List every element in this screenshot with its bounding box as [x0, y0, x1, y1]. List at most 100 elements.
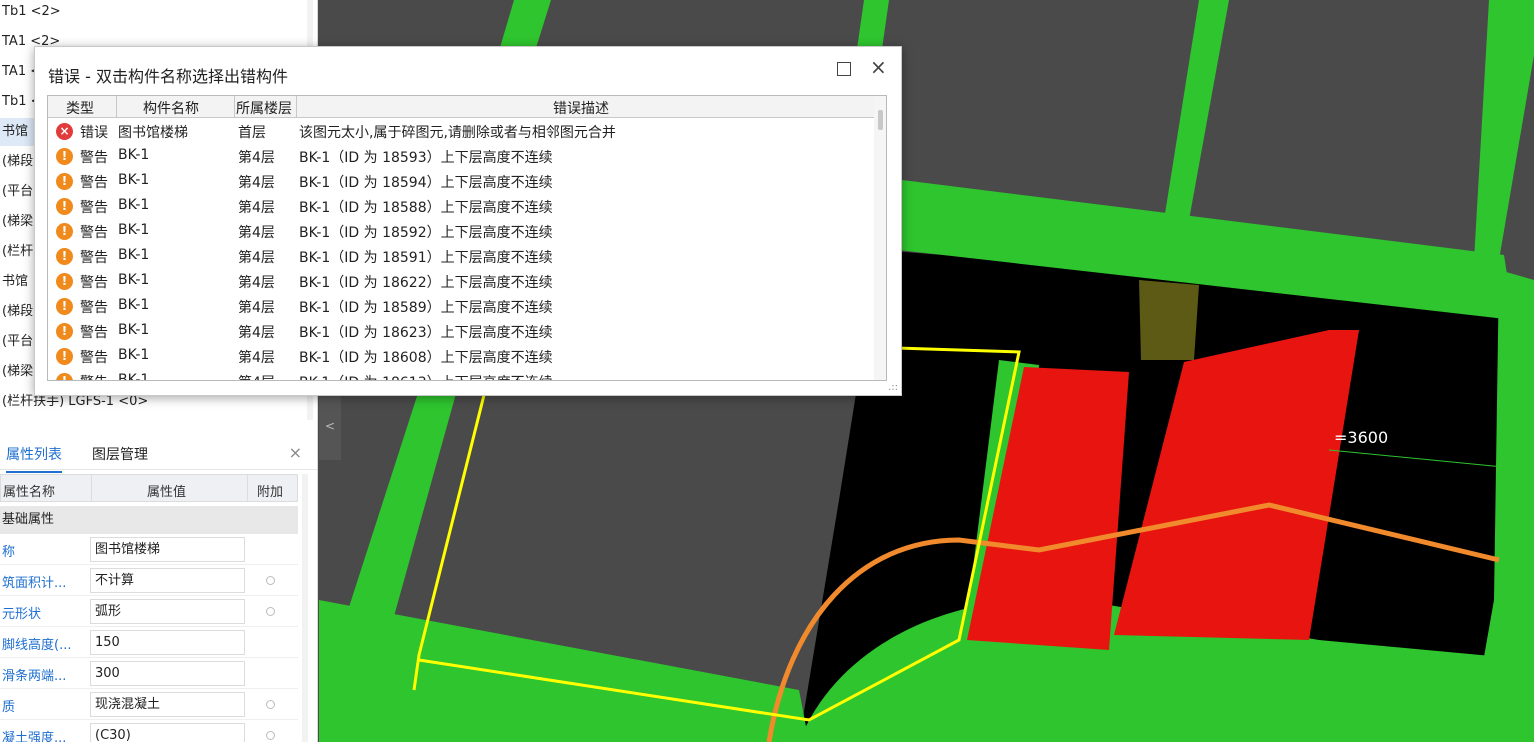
row-floor: 第4层	[238, 300, 275, 316]
warning-icon: !	[56, 248, 73, 265]
warning-icon: !	[56, 148, 73, 165]
row-description: BK-1（ID 为 18594）上下层高度不连续	[299, 175, 553, 191]
error-row[interactable]: ! 警告 BK-1 第4层 BK-1（ID 为 18622）上下层高度不连续	[48, 269, 874, 294]
property-value-field[interactable]: 弧形	[90, 599, 245, 624]
warning-icon: !	[56, 273, 73, 290]
property-name: 滑条两端...	[2, 669, 67, 684]
property-value-field[interactable]: 不计算	[90, 568, 245, 593]
warning-icon: !	[56, 223, 73, 240]
warning-icon: !	[56, 348, 73, 365]
row-description: BK-1（ID 为 18613）上下层高度不连续	[299, 372, 553, 380]
warning-icon: !	[56, 373, 73, 380]
property-name: 称	[2, 545, 16, 560]
warning-icon: !	[56, 298, 73, 315]
error-grid-scrollbar[interactable]	[874, 96, 886, 380]
property-row[interactable]: 滑条两端... 300	[0, 658, 298, 689]
row-type: 警告	[80, 225, 108, 241]
error-row[interactable]: ! 警告 BK-1 第4层 BK-1（ID 为 18594）上下层高度不连续	[48, 169, 874, 194]
error-row[interactable]: ! 警告 BK-1 第4层 BK-1（ID 为 18608）上下层高度不连续	[48, 344, 874, 369]
row-component-name[interactable]: 图书馆楼梯	[118, 122, 188, 142]
error-row[interactable]: ! 警告 BK-1 第4层 BK-1（ID 为 18623）上下层高度不连续	[48, 319, 874, 344]
row-description: BK-1（ID 为 18622）上下层高度不连续	[299, 275, 553, 291]
tab-property-list[interactable]: 属性列表	[6, 444, 62, 473]
attach-checkbox[interactable]	[266, 607, 275, 616]
row-component-name[interactable]: BK-1	[118, 172, 149, 188]
column-error-description[interactable]: 错误描述	[553, 98, 609, 118]
error-icon: ×	[56, 123, 73, 140]
property-row[interactable]: 脚线高度(... 150	[0, 627, 298, 658]
row-description: BK-1（ID 为 18591）上下层高度不连续	[299, 250, 553, 266]
scrollbar-thumb[interactable]	[878, 110, 883, 130]
property-row[interactable]: 筑面积计... 不计算	[0, 565, 298, 596]
column-component-name[interactable]: 构件名称	[143, 98, 199, 118]
property-value-field[interactable]: 150	[90, 630, 245, 655]
row-component-name[interactable]: BK-1	[118, 197, 149, 213]
error-row[interactable]: ! 警告 BK-1 第4层 BK-1（ID 为 18592）上下层高度不连续	[48, 219, 874, 244]
row-component-name[interactable]: BK-1	[118, 272, 149, 288]
property-group-basic[interactable]: 基础属性	[0, 506, 298, 534]
error-row[interactable]: × 错误 图书馆楼梯 首层 该图元太小,属于碎图元,请删除或者与相邻图元合并	[48, 119, 874, 144]
close-icon[interactable]: ×	[870, 57, 887, 77]
warning-icon: !	[56, 173, 73, 190]
row-description: BK-1（ID 为 18588）上下层高度不连续	[299, 200, 553, 216]
property-scrollbar[interactable]	[302, 474, 308, 742]
row-floor: 第4层	[238, 250, 275, 266]
dialog-title: 错误 - 双击构件名称选择出错构件	[48, 67, 288, 86]
column-floor[interactable]: 所属楼层	[236, 98, 292, 118]
property-name: 筑面积计...	[2, 576, 67, 591]
warning-icon: !	[56, 198, 73, 215]
header-property-value: 属性值	[147, 485, 187, 500]
row-component-name[interactable]: BK-1	[118, 247, 149, 263]
panel-collapse-handle[interactable]: <	[319, 392, 341, 460]
row-component-name[interactable]: BK-1	[118, 147, 149, 163]
attach-checkbox[interactable]	[266, 700, 275, 709]
property-tabs: 属性列表 图层管理 ×	[0, 436, 317, 473]
close-icon[interactable]: ×	[289, 443, 302, 462]
error-grid-header: 类型 构件名称 所属楼层 错误描述	[48, 96, 874, 118]
row-component-name[interactable]: BK-1	[118, 322, 149, 338]
row-type: 警告	[80, 250, 108, 266]
row-component-name[interactable]: BK-1	[118, 372, 149, 380]
error-row[interactable]: ! 警告 BK-1 第4层 BK-1（ID 为 18591）上下层高度不连续	[48, 244, 874, 269]
row-floor: 第4层	[238, 350, 275, 366]
property-value-field[interactable]: (C30)	[90, 723, 245, 742]
property-row[interactable]: 称 图书馆楼梯	[0, 534, 298, 565]
row-description: 该图元太小,属于碎图元,请删除或者与相邻图元合并	[299, 125, 616, 141]
property-value-field[interactable]: 图书馆楼梯	[90, 537, 245, 562]
resize-grip-icon[interactable]: .::	[888, 382, 898, 393]
row-description: BK-1（ID 为 18589）上下层高度不连续	[299, 300, 553, 316]
maximize-icon[interactable]	[837, 62, 851, 76]
row-floor: 第4层	[238, 175, 275, 191]
attach-checkbox[interactable]	[266, 731, 275, 740]
tree-item[interactable]: Tb1 <2>	[0, 0, 317, 26]
row-component-name[interactable]: BK-1	[118, 347, 149, 363]
row-type: 警告	[80, 350, 108, 366]
row-component-name[interactable]: BK-1	[118, 222, 149, 238]
property-value-field[interactable]: 现浇混凝土	[90, 692, 245, 717]
property-row[interactable]: 质 现浇混凝土	[0, 689, 298, 720]
property-value-field[interactable]: 300	[90, 661, 245, 686]
error-dialog: 错误 - 双击构件名称选择出错构件 × 类型 构件名称 所属楼层 错误描述 × 错…	[34, 46, 902, 396]
dimension-label: =3600	[1334, 428, 1388, 447]
property-name: 质	[2, 700, 16, 715]
property-row[interactable]: 凝土强度... (C30)	[0, 720, 298, 742]
property-name: 元形状	[2, 607, 42, 622]
row-floor: 第4层	[238, 150, 275, 166]
error-row[interactable]: ! 警告 BK-1 第4层 BK-1（ID 为 18588）上下层高度不连续	[48, 194, 874, 219]
row-type: 警告	[80, 175, 108, 191]
row-component-name[interactable]: BK-1	[118, 297, 149, 313]
row-description: BK-1（ID 为 18593）上下层高度不连续	[299, 150, 553, 166]
error-row[interactable]: ! 警告 BK-1 第4层 BK-1（ID 为 18613）上下层高度不连续	[48, 369, 874, 380]
row-type: 警告	[80, 372, 108, 380]
row-type: 警告	[80, 300, 108, 316]
tab-layer-management[interactable]: 图层管理	[92, 444, 148, 464]
row-floor: 第4层	[238, 372, 275, 380]
property-row[interactable]: 元形状 弧形	[0, 596, 298, 627]
column-type[interactable]: 类型	[66, 98, 94, 118]
error-grid: 类型 构件名称 所属楼层 错误描述 × 错误 图书馆楼梯 首层 该图元太小,属于碎图元,…	[47, 95, 887, 381]
error-row[interactable]: ! 警告 BK-1 第4层 BK-1（ID 为 18589）上下层高度不连续	[48, 294, 874, 319]
attach-checkbox[interactable]	[266, 576, 275, 585]
row-floor: 首层	[238, 125, 266, 141]
row-type: 警告	[80, 200, 108, 216]
error-row[interactable]: ! 警告 BK-1 第4层 BK-1（ID 为 18593）上下层高度不连续	[48, 144, 874, 169]
